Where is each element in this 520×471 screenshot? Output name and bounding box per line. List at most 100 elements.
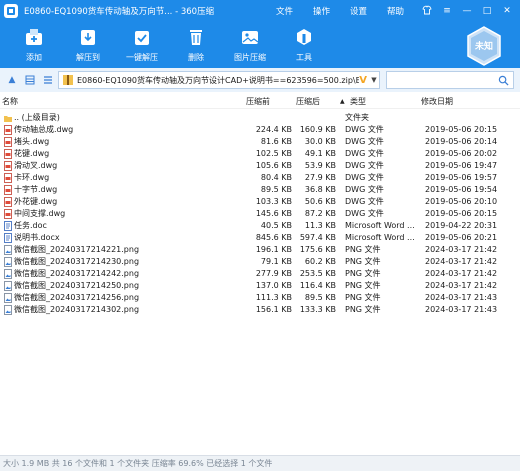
chevron-down-icon[interactable]: ▼ [369, 76, 379, 84]
menu-file[interactable]: 文件 [266, 5, 303, 17]
file-date: 2024-03-17 21:43 [425, 293, 498, 302]
png-file-icon [4, 257, 12, 267]
table-row[interactable]: 卡环.dwg 80.4 KB 27.9 KB DWG 文件 2019-05-06 19:… [0, 172, 520, 184]
dwg-file-icon [4, 161, 12, 171]
file-size: 80.4 KB [260, 173, 292, 182]
menu-hamburger-icon[interactable]: ≡ [442, 6, 452, 16]
table-row[interactable]: .. (上级目录) 文件夹 [0, 112, 520, 124]
path-field[interactable]: E0860-EQ1090货车传动轴及万向节设计CAD+说明书==623596=5… [58, 71, 380, 89]
file-type: DWG 文件 [345, 125, 384, 134]
file-size: 137.0 KB [255, 281, 292, 290]
table-row[interactable]: 中间支撑.dwg 145.6 KB 87.2 KB DWG 文件 2019-05-06 … [0, 208, 520, 220]
file-name: 堵头.dwg [14, 137, 50, 146]
status-badge[interactable]: 未知 [466, 26, 502, 66]
file-name: 说明书.docx [14, 233, 60, 242]
table-row[interactable]: 微信截图_20240317214221.png 196.1 KB 175.6 KB P… [0, 244, 520, 256]
file-size: 79.1 KB [260, 257, 292, 266]
png-file-icon [4, 293, 12, 303]
file-date: 2019-05-06 20:10 [425, 197, 498, 206]
skin-icon[interactable] [422, 4, 432, 18]
up-arrow-icon[interactable]: ▲ [6, 74, 18, 86]
delete-icon [185, 26, 207, 48]
one-click-extract-button[interactable]: 一键解压 [120, 22, 164, 63]
window-title: E0860-EQ1090货车传动轴及万向节... - 360压缩 [24, 7, 215, 17]
file-name: 微信截图_20240317214242.png [14, 269, 140, 278]
tools-icon [293, 26, 315, 48]
file-name: 微信截图_20240317214302.png [14, 305, 140, 314]
zip-archive-icon [63, 75, 73, 85]
column-name[interactable]: 名称 [2, 96, 18, 107]
image-compress-button[interactable]: 图片压缩 [228, 22, 272, 63]
table-row[interactable]: 微信截图_20240317214250.png 137.0 KB 116.4 KB P… [0, 280, 520, 292]
tools-button[interactable]: 工具 [282, 22, 326, 63]
file-packed-size: 253.5 KB [299, 269, 336, 278]
table-row[interactable]: 传动轴总成.dwg 224.4 KB 160.9 KB DWG 文件 2019-05-0… [0, 124, 520, 136]
file-name: 传动轴总成.dwg [14, 125, 74, 134]
file-size: 102.5 KB [255, 149, 292, 158]
png-file-icon [4, 245, 12, 255]
file-name: .. (上级目录) [14, 113, 60, 122]
file-packed-size: 30.0 KB [304, 137, 336, 146]
list-view-icon[interactable] [24, 74, 36, 86]
detail-view-icon[interactable] [42, 74, 54, 86]
column-type[interactable]: 类型 [350, 96, 366, 107]
table-row[interactable]: 堵头.dwg 81.6 KB 30.0 KB DWG 文件 2019-05-06 20:… [0, 136, 520, 148]
menu-operation[interactable]: 操作 [303, 5, 340, 17]
file-type: DWG 文件 [345, 161, 384, 170]
extract-icon [77, 26, 99, 48]
column-date[interactable]: 修改日期 [421, 96, 453, 107]
table-row[interactable]: 微信截图_20240317214302.png 156.1 KB 133.3 KB P… [0, 304, 520, 316]
minimize-icon[interactable]: — [462, 6, 472, 16]
column-header: 名称 压缩前 压缩后 ▲ 类型 修改日期 [0, 95, 520, 109]
png-file-icon [4, 305, 12, 315]
menu-help[interactable]: 帮助 [377, 5, 414, 17]
checkmark-icon: V [359, 74, 367, 86]
table-row[interactable]: 外花键.dwg 103.3 KB 50.6 KB DWG 文件 2019-05-06 2… [0, 196, 520, 208]
dwg-file-icon [4, 149, 12, 159]
title-bar: E0860-EQ1090货车传动轴及万向节... - 360压缩 文件 操作 设… [0, 0, 520, 22]
dwg-file-icon [4, 125, 12, 135]
table-row[interactable]: 花键.dwg 102.5 KB 49.1 KB DWG 文件 2019-05-06 20… [0, 148, 520, 160]
table-row[interactable]: 十字节.dwg 89.5 KB 36.8 KB DWG 文件 2019-05-06 19… [0, 184, 520, 196]
add-button[interactable]: 添加 [12, 22, 56, 63]
file-packed-size: 116.4 KB [299, 281, 336, 290]
file-type: DWG 文件 [345, 173, 384, 182]
file-date: 2019-05-06 20:15 [425, 209, 498, 218]
table-row[interactable]: 微信截图_20240317214256.png 111.3 KB 89.5 KB PN… [0, 292, 520, 304]
search-input[interactable] [386, 71, 514, 89]
table-row[interactable]: 滑动叉.dwg 105.6 KB 53.9 KB DWG 文件 2019-05-06 1… [0, 160, 520, 172]
column-size[interactable]: 压缩前 [246, 96, 270, 107]
file-type: DWG 文件 [345, 137, 384, 146]
extract-to-button[interactable]: 解压到 [66, 22, 110, 63]
file-size: 156.1 KB [255, 305, 292, 314]
file-date: 2024-03-17 21:42 [425, 245, 498, 254]
menu-bar: 文件 操作 设置 帮助 [266, 5, 414, 17]
file-name: 外花键.dwg [14, 197, 58, 206]
table-row[interactable]: 微信截图_20240317214230.png 79.1 KB 60.2 KB PNG… [0, 256, 520, 268]
toolbar: 添加 解压到 一键解压 删除 图片压缩 工具 [0, 22, 520, 68]
maximize-icon[interactable]: □ [482, 6, 492, 16]
file-packed-size: 53.9 KB [304, 161, 336, 170]
table-row[interactable]: 任务.doc 40.5 KB 11.3 KB Microsoft Word ... 20… [0, 220, 520, 232]
app-logo-icon [4, 4, 18, 18]
file-type: DWG 文件 [345, 185, 384, 194]
dwg-file-icon [4, 137, 12, 147]
file-type: PNG 文件 [345, 293, 381, 302]
file-size: 89.5 KB [260, 185, 292, 194]
table-row[interactable]: 说明书.docx 845.6 KB 597.4 KB Microsoft Word .… [0, 232, 520, 244]
column-packed[interactable]: 压缩后 [296, 96, 320, 107]
file-date: 2019-05-06 20:14 [425, 137, 498, 146]
file-packed-size: 11.3 KB [304, 221, 336, 230]
menu-settings[interactable]: 设置 [340, 5, 377, 17]
file-type: PNG 文件 [345, 305, 381, 314]
close-icon[interactable]: ✕ [502, 6, 512, 16]
delete-button[interactable]: 删除 [174, 22, 218, 63]
table-row[interactable]: 微信截图_20240317214242.png 277.9 KB 253.5 KB P… [0, 268, 520, 280]
file-type: Microsoft Word ... [345, 221, 415, 230]
file-size: 81.6 KB [260, 137, 292, 146]
file-type: PNG 文件 [345, 281, 381, 290]
file-size: 224.4 KB [255, 125, 292, 134]
add-icon [23, 26, 45, 48]
file-packed-size: 49.1 KB [304, 149, 336, 158]
file-name: 微信截图_20240317214221.png [14, 245, 140, 254]
